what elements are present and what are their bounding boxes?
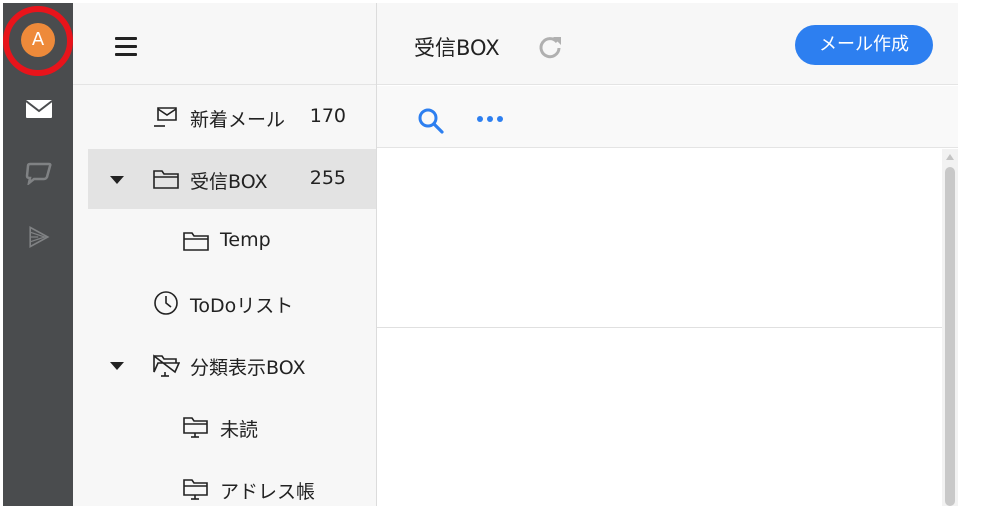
smart-folder-icon <box>183 417 208 438</box>
folder-label: アドレス帳 <box>220 481 316 503</box>
folder-temp[interactable]: Temp <box>88 211 376 271</box>
folder-label: 未読 <box>220 419 259 441</box>
folder-label: 分類表示BOX <box>190 357 306 379</box>
mail-icon[interactable] <box>24 97 54 121</box>
open-folder-icon <box>153 354 180 377</box>
folder-classified[interactable]: 分類表示BOX <box>88 335 376 395</box>
new-mail-icon <box>154 107 177 127</box>
chat-icon[interactable] <box>24 161 54 185</box>
search-icon[interactable] <box>417 107 445 135</box>
scroll-thumb[interactable] <box>945 167 955 506</box>
folder-panel: 新着メール 170 受信BOX 255 Temp ToDoリスト 分類表示BOX… <box>73 3 376 506</box>
vertical-scrollbar[interactable] <box>942 149 958 506</box>
refresh-icon[interactable] <box>537 34 563 60</box>
list-divider <box>377 327 942 328</box>
hamburger-menu-icon[interactable] <box>115 37 137 56</box>
folder-inbox[interactable]: 受信BOX 255 <box>88 149 376 209</box>
message-count: 255 <box>309 167 346 189</box>
folder-label: ToDoリスト <box>190 295 294 317</box>
folder-address-book[interactable]: アドレス帳 <box>88 459 376 519</box>
folder-label: 受信BOX <box>190 171 268 193</box>
folder-todo[interactable]: ToDoリスト <box>88 273 376 333</box>
message-toolbar <box>377 86 958 148</box>
folder-icon <box>183 232 209 251</box>
compose-button[interactable]: メール作成 <box>795 25 933 65</box>
panel-header <box>73 3 376 85</box>
smart-folder-icon <box>183 479 208 500</box>
main-header: 受信BOX メール作成 <box>377 3 958 85</box>
message-pane: 受信BOX メール作成 <box>376 3 958 506</box>
scroll-up-arrow-icon[interactable] <box>946 154 954 160</box>
more-options-icon[interactable] <box>475 115 507 123</box>
unread-count: 170 <box>309 105 346 127</box>
folder-new-mail[interactable]: 新着メール 170 <box>88 87 376 147</box>
page-title: 受信BOX <box>414 36 500 60</box>
folder-icon <box>153 170 179 189</box>
folder-unread[interactable]: 未読 <box>88 397 376 457</box>
folder-label: Temp <box>220 229 271 251</box>
caret-down-icon[interactable] <box>110 176 124 184</box>
clock-icon <box>154 291 178 315</box>
icon-rail: A <box>3 3 73 506</box>
mail-app: A 新着メール 170 受信BOX 255 Temp ToDoリスト 分類表示B… <box>0 0 983 506</box>
highlight-ring <box>3 6 73 76</box>
folder-label: 新着メール <box>190 109 286 131</box>
message-list[interactable] <box>377 149 942 506</box>
caret-down-icon[interactable] <box>110 362 124 370</box>
media-icon[interactable] <box>24 225 54 249</box>
